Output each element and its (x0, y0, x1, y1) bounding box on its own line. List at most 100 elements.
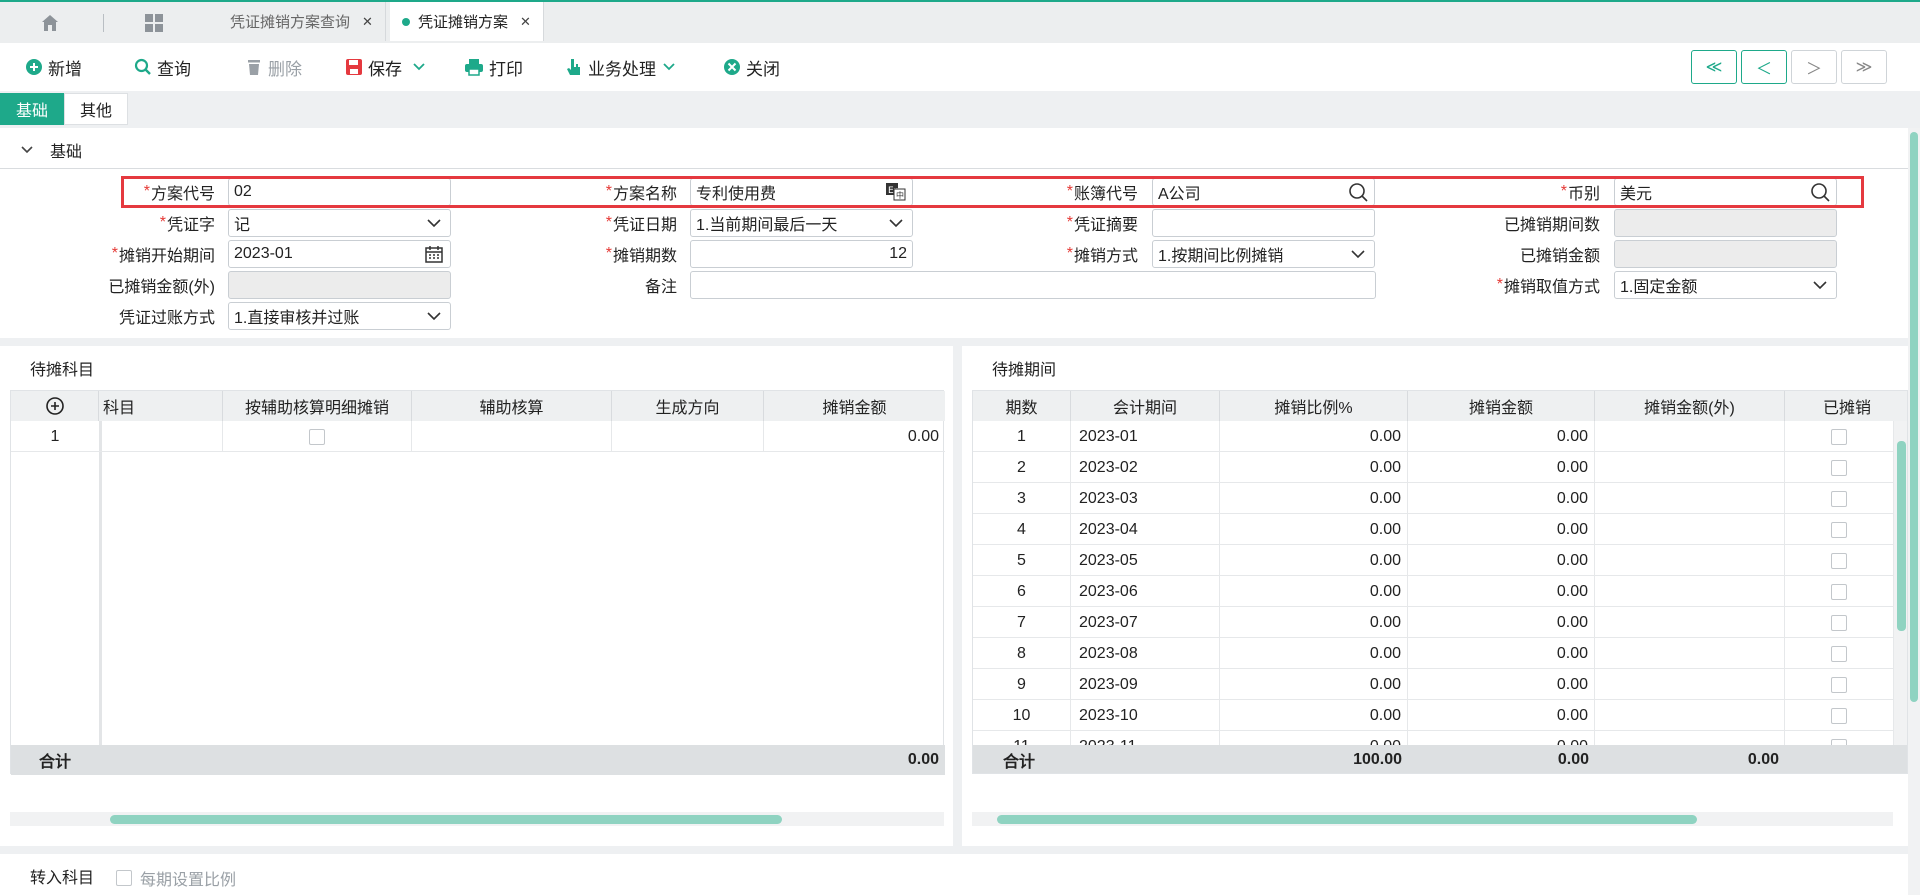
ratio-cell[interactable]: 0.00 (1220, 731, 1408, 745)
accounting-period[interactable]: 2023-09 (1071, 669, 1220, 700)
amount-foreign-cell[interactable] (1595, 514, 1785, 545)
checkbox[interactable] (1831, 707, 1847, 724)
accounting-period[interactable]: 2023-04 (1071, 514, 1220, 545)
table-row[interactable]: 112023-110.000.00 (973, 731, 1894, 745)
checkbox[interactable] (1831, 490, 1847, 507)
apps-grid-icon[interactable] (134, 10, 174, 36)
column-header[interactable]: 会计期间 (1071, 391, 1220, 421)
page-scrollbar[interactable] (1908, 128, 1920, 895)
amount-foreign-cell[interactable] (1595, 669, 1785, 700)
checkbox[interactable] (1831, 428, 1847, 445)
ratio-cell[interactable]: 0.00 (1220, 700, 1408, 731)
column-header[interactable]: 摊销金额 (764, 391, 945, 421)
accounting-period[interactable]: 2023-07 (1071, 607, 1220, 638)
amortized-cell[interactable] (1785, 731, 1894, 745)
amortized-cell[interactable] (1785, 669, 1894, 700)
amortized-cell[interactable] (1785, 545, 1894, 576)
tab-voucher-plan-query[interactable]: 凭证摊销方案查询 ✕ (218, 2, 386, 41)
amount-cell[interactable]: 0.00 (1408, 545, 1595, 576)
amortized-cell[interactable] (1785, 638, 1894, 669)
amount-cell[interactable]: 0.00 (1408, 607, 1595, 638)
column-header[interactable]: 期数 (973, 391, 1071, 421)
amortized-cell[interactable] (1785, 421, 1894, 452)
table-row[interactable]: 5 2023-05 0.00 0.00 (973, 545, 1894, 576)
print-button[interactable]: 打印 (464, 53, 523, 81)
table-row[interactable]: 7 2023-07 0.00 0.00 (973, 607, 1894, 638)
aux-cell[interactable] (412, 421, 612, 452)
column-header[interactable]: 摊销金额(外) (1595, 391, 1785, 421)
table-row[interactable]: 9 2023-09 0.00 0.00 (973, 669, 1894, 700)
checkbox[interactable] (1831, 552, 1847, 569)
scrollbar-thumb[interactable] (1910, 132, 1918, 702)
amount-foreign-cell[interactable] (1595, 421, 1785, 452)
tab-voucher-plan[interactable]: 凭证摊销方案 ✕ (390, 2, 544, 41)
value-method-select[interactable]: 1.固定金额 (1614, 271, 1837, 299)
close-icon[interactable]: ✕ (520, 14, 531, 30)
subtab-basic[interactable]: 基础 (0, 93, 64, 125)
query-button[interactable]: 查询 (134, 53, 191, 81)
method-select[interactable]: 1.按期间比例摊销 (1152, 240, 1375, 268)
amount-foreign-cell[interactable] (1595, 483, 1785, 514)
column-header[interactable]: 摊销金额 (1408, 391, 1595, 421)
ratio-cell[interactable]: 0.00 (1220, 514, 1408, 545)
voucher-date-select[interactable]: 1.当前期间最后一天 (690, 209, 913, 237)
amount-foreign-cell[interactable] (1595, 545, 1785, 576)
amount-cell[interactable]: 0.00 (1408, 669, 1595, 700)
accounting-period[interactable]: 2023-03 (1071, 483, 1220, 514)
amount-cell[interactable]: 0.00 (1408, 576, 1595, 607)
amortized-cell[interactable] (1785, 576, 1894, 607)
ratio-cell[interactable]: 0.00 (1220, 483, 1408, 514)
column-header[interactable]: 科目 (99, 391, 223, 421)
column-header[interactable]: 生成方向 (612, 391, 764, 421)
period-number[interactable]: 11 (973, 731, 1071, 745)
period-number[interactable]: 8 (973, 638, 1071, 669)
period-number[interactable]: 3 (973, 483, 1071, 514)
amount-foreign-cell[interactable] (1595, 452, 1785, 483)
per-period-ratio-checkbox[interactable]: 每期设置比例 (116, 866, 236, 890)
scrollbar-thumb[interactable] (110, 815, 782, 824)
ratio-cell[interactable]: 0.00 (1220, 545, 1408, 576)
period-number[interactable]: 2 (973, 452, 1071, 483)
period-number[interactable]: 10 (973, 700, 1071, 731)
direction-cell[interactable] (612, 421, 764, 452)
amount-cell[interactable]: 0.00 (1408, 700, 1595, 731)
checkbox[interactable] (1831, 645, 1847, 662)
checkbox[interactable] (1831, 521, 1847, 538)
ratio-cell[interactable]: 0.00 (1220, 452, 1408, 483)
checkbox[interactable] (309, 428, 325, 445)
table-row[interactable]: 3 2023-03 0.00 0.00 (973, 483, 1894, 514)
ratio-cell[interactable]: 0.00 (1220, 669, 1408, 700)
save-button[interactable]: 保存 (345, 53, 431, 81)
scrollbar-thumb[interactable] (1897, 441, 1906, 631)
calendar-icon[interactable] (423, 243, 445, 265)
period-number[interactable]: 6 (973, 576, 1071, 607)
accounting-period[interactable]: 2023-01 (1071, 421, 1220, 452)
table-row[interactable]: 1 2023-01 0.00 0.00 (973, 421, 1894, 452)
checkbox[interactable] (1831, 614, 1847, 631)
accounting-period[interactable]: 2023-11 (1071, 731, 1220, 745)
ratio-cell[interactable]: 0.00 (1220, 638, 1408, 669)
checkbox[interactable] (1831, 459, 1847, 476)
ratio-cell[interactable]: 0.00 (1220, 421, 1408, 452)
amount-cell[interactable]: 0.00 (764, 421, 945, 452)
table-row[interactable]: 6 2023-06 0.00 0.00 (973, 576, 1894, 607)
table-row[interactable]: 4 2023-04 0.00 0.00 (973, 514, 1894, 545)
horizontal-scrollbar[interactable] (10, 812, 944, 826)
grid-vertical-scrollbar[interactable] (1894, 421, 1907, 745)
column-header[interactable]: 已摊销 (1785, 391, 1907, 421)
business-process-button[interactable]: 业务处理 (565, 53, 681, 81)
table-row[interactable]: 8 2023-08 0.00 0.00 (973, 638, 1894, 669)
amount-cell[interactable]: 0.00 (1408, 421, 1595, 452)
horizontal-scrollbar[interactable] (972, 812, 1893, 826)
prev-record-button[interactable]: ＜ (1741, 50, 1787, 84)
voucher-summary-field[interactable] (1152, 209, 1375, 237)
delete-button[interactable]: 删除 (245, 53, 302, 81)
account-cell[interactable] (99, 421, 223, 452)
amount-cell[interactable]: 0.00 (1408, 514, 1595, 545)
amortized-cell[interactable] (1785, 483, 1894, 514)
checkbox[interactable] (1831, 676, 1847, 693)
accounting-period[interactable]: 2023-06 (1071, 576, 1220, 607)
amortized-cell[interactable] (1785, 452, 1894, 483)
checkbox[interactable] (116, 870, 132, 886)
start-period-field[interactable]: 2023-01 (228, 240, 451, 268)
